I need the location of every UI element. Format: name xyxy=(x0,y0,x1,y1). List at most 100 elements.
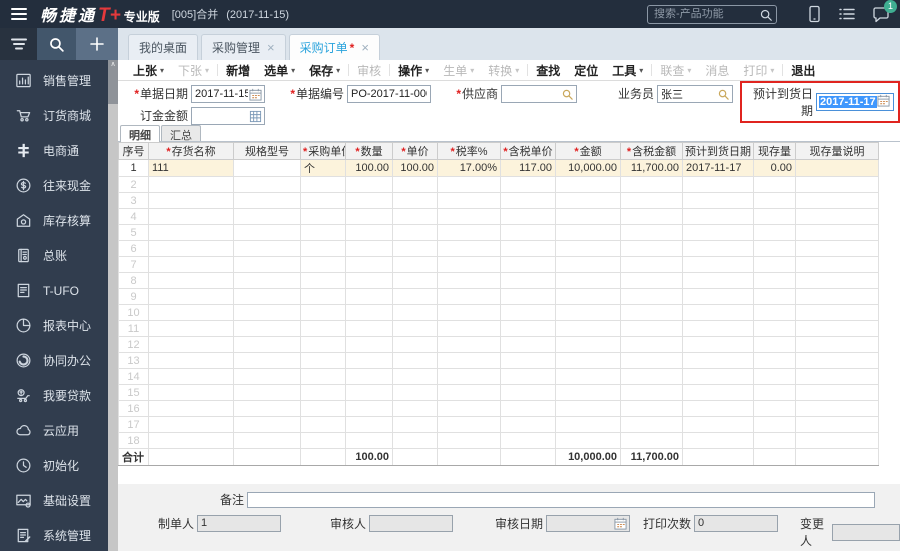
sidebar-item-8[interactable]: 协同办公 xyxy=(0,343,108,378)
grid-cell[interactable] xyxy=(796,353,879,369)
grid-cell[interactable]: 117.00 xyxy=(501,160,556,177)
grid-cell[interactable] xyxy=(621,321,683,337)
grid-cell[interactable] xyxy=(796,177,879,193)
grid-cell[interactable] xyxy=(621,417,683,433)
row-number[interactable]: 14 xyxy=(119,369,149,385)
grid-cell[interactable] xyxy=(556,273,621,289)
grid-cell[interactable] xyxy=(301,241,346,257)
sidebar-item-6[interactable]: T-UFO xyxy=(0,273,108,308)
grid-cell[interactable] xyxy=(346,337,393,353)
footer-field-input[interactable] xyxy=(546,515,630,532)
grid-cell[interactable]: 11,700.00 xyxy=(621,160,683,177)
toolbar-上张-button[interactable]: 上张▾ xyxy=(126,62,171,79)
grid-cell[interactable] xyxy=(556,241,621,257)
grid-cell[interactable] xyxy=(501,417,556,433)
grid-header-8[interactable]: *金额 xyxy=(556,143,621,160)
grid-cell[interactable] xyxy=(301,417,346,433)
grid-cell[interactable]: 17.00% xyxy=(438,160,501,177)
grid-cell[interactable] xyxy=(754,289,796,305)
grid-cell[interactable] xyxy=(346,305,393,321)
grid-cell[interactable] xyxy=(501,385,556,401)
lookup-icon[interactable] xyxy=(717,88,730,104)
grid-cell[interactable] xyxy=(621,193,683,209)
grid-cell[interactable] xyxy=(501,177,556,193)
grid-cell[interactable] xyxy=(438,273,501,289)
grid-cell[interactable] xyxy=(301,353,346,369)
search-icon[interactable] xyxy=(759,8,773,27)
grid-cell[interactable] xyxy=(301,257,346,273)
grid-cell[interactable] xyxy=(501,321,556,337)
grid-cell[interactable] xyxy=(754,193,796,209)
grid-cell[interactable] xyxy=(234,385,301,401)
grid-cell[interactable] xyxy=(346,241,393,257)
grid-cell[interactable]: 0.00 xyxy=(754,160,796,177)
footer-field-input[interactable] xyxy=(832,524,900,541)
grid-cell[interactable] xyxy=(754,433,796,449)
grid-cell[interactable] xyxy=(149,369,234,385)
grid-cell[interactable] xyxy=(683,193,754,209)
sidebar-item-13[interactable]: 系统管理 xyxy=(0,518,108,551)
toolbar-新增-button[interactable]: 新增 xyxy=(219,62,257,79)
sidebar-item-9[interactable]: 我要贷款 xyxy=(0,378,108,413)
grid-cell[interactable] xyxy=(234,401,301,417)
grid-cell[interactable] xyxy=(234,177,301,193)
grid-cell[interactable] xyxy=(438,417,501,433)
grid-cell[interactable] xyxy=(234,433,301,449)
grid-cell[interactable] xyxy=(754,177,796,193)
tab-0[interactable]: 我的桌面 xyxy=(128,34,198,60)
row-number[interactable]: 7 xyxy=(119,257,149,273)
grid-cell[interactable] xyxy=(683,305,754,321)
grid-cell[interactable] xyxy=(796,241,879,257)
grid-cell[interactable] xyxy=(754,417,796,433)
grid-cell[interactable] xyxy=(754,225,796,241)
grid-cell[interactable] xyxy=(393,177,438,193)
grid-cell[interactable] xyxy=(683,209,754,225)
row-number[interactable]: 8 xyxy=(119,273,149,289)
grid-header-5[interactable]: *单价 xyxy=(393,143,438,160)
grid-cell[interactable] xyxy=(393,369,438,385)
grid-cell[interactable] xyxy=(796,193,879,209)
row-number[interactable]: 13 xyxy=(119,353,149,369)
grid-cell[interactable] xyxy=(796,401,879,417)
grid-cell[interactable] xyxy=(393,209,438,225)
grid-cell[interactable] xyxy=(301,273,346,289)
grid-cell[interactable] xyxy=(556,417,621,433)
grid-cell[interactable] xyxy=(556,225,621,241)
grid-cell[interactable] xyxy=(234,257,301,273)
grid-cell[interactable] xyxy=(149,193,234,209)
grid-header-1[interactable]: *存货名称 xyxy=(149,143,234,160)
grid-cell[interactable] xyxy=(621,401,683,417)
grid-cell[interactable] xyxy=(234,305,301,321)
grid-cell[interactable] xyxy=(393,289,438,305)
grid-cell[interactable] xyxy=(754,241,796,257)
grid-cell[interactable] xyxy=(346,177,393,193)
tab-close-icon[interactable]: × xyxy=(361,43,369,53)
grid-cell[interactable] xyxy=(796,289,879,305)
grid-cell[interactable] xyxy=(438,289,501,305)
grid-cell[interactable] xyxy=(438,177,501,193)
mobile-icon[interactable] xyxy=(807,5,822,23)
grid-header-11[interactable]: 现存量 xyxy=(754,143,796,160)
toolbar-操作-button[interactable]: 操作▾ xyxy=(391,62,436,79)
grid-cell[interactable] xyxy=(393,401,438,417)
grid-cell[interactable] xyxy=(438,401,501,417)
sidebar-item-0[interactable]: 销售管理 xyxy=(0,63,108,98)
row-number[interactable]: 17 xyxy=(119,417,149,433)
grid-cell[interactable] xyxy=(393,273,438,289)
footer-field-input[interactable]: 1 xyxy=(197,515,281,532)
row-number[interactable]: 6 xyxy=(119,241,149,257)
remark-input[interactable] xyxy=(247,492,875,508)
toolbar-查找-button[interactable]: 查找 xyxy=(529,62,567,79)
grid-cell[interactable] xyxy=(556,289,621,305)
grid-cell[interactable] xyxy=(621,241,683,257)
grid-cell[interactable] xyxy=(234,289,301,305)
grid-cell[interactable] xyxy=(346,193,393,209)
grid-cell[interactable] xyxy=(796,417,879,433)
grid-cell[interactable] xyxy=(438,225,501,241)
grid-cell[interactable]: 1 xyxy=(119,160,149,177)
grid-cell[interactable] xyxy=(683,433,754,449)
grid-cell[interactable] xyxy=(149,257,234,273)
grid-cell[interactable] xyxy=(796,257,879,273)
sidebar-item-3[interactable]: 往来现金 xyxy=(0,168,108,203)
grid-cell[interactable] xyxy=(796,321,879,337)
